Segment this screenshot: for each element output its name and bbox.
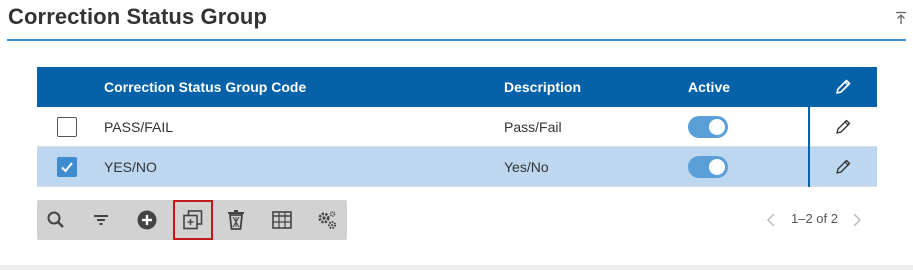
add-icon bbox=[137, 210, 157, 230]
data-grid: Correction Status Group Code Description… bbox=[37, 67, 877, 187]
copy-button[interactable] bbox=[173, 200, 213, 240]
cell-description: Yes/No bbox=[504, 159, 549, 175]
settings-icon bbox=[318, 211, 336, 229]
add-button[interactable] bbox=[133, 206, 161, 234]
row-checkbox[interactable] bbox=[57, 157, 77, 177]
grid-toolbar bbox=[37, 200, 347, 240]
table-row[interactable]: PASS/FAIL Pass/Fail bbox=[37, 107, 877, 147]
title-divider bbox=[7, 39, 906, 41]
previous-page-icon[interactable] bbox=[765, 212, 777, 228]
filter-icon bbox=[94, 215, 108, 225]
column-header-description[interactable]: Description bbox=[504, 79, 581, 95]
edit-row-icon[interactable] bbox=[834, 118, 852, 136]
page-panel: Correction Status Group Correction Statu… bbox=[0, 0, 913, 265]
columns-icon bbox=[272, 211, 292, 229]
cell-code: PASS/FAIL bbox=[104, 119, 173, 135]
grid-header: Correction Status Group Code Description… bbox=[37, 67, 877, 107]
delete-icon bbox=[228, 210, 244, 230]
edit-row-icon[interactable] bbox=[834, 158, 852, 176]
cell-code: YES/NO bbox=[104, 159, 157, 175]
next-page-icon[interactable] bbox=[851, 212, 863, 228]
pager-status: 1–2 of 2 bbox=[791, 211, 838, 226]
row-divider bbox=[808, 147, 810, 187]
search-button[interactable] bbox=[42, 206, 70, 234]
column-header-active[interactable]: Active bbox=[688, 79, 730, 95]
copy-icon bbox=[183, 210, 203, 230]
page-title: Correction Status Group bbox=[8, 4, 267, 29]
settings-button[interactable] bbox=[313, 206, 341, 234]
active-toggle[interactable] bbox=[688, 116, 728, 138]
columns-button[interactable] bbox=[268, 206, 296, 234]
table-row[interactable]: YES/NO Yes/No bbox=[37, 147, 877, 187]
search-icon bbox=[47, 211, 64, 228]
column-header-code[interactable]: Correction Status Group Code bbox=[104, 79, 306, 95]
row-divider bbox=[808, 107, 810, 147]
filter-button[interactable] bbox=[87, 206, 115, 234]
edit-all-icon[interactable] bbox=[834, 78, 852, 96]
cell-description: Pass/Fail bbox=[504, 119, 562, 135]
row-checkbox[interactable] bbox=[57, 117, 77, 137]
active-toggle[interactable] bbox=[688, 156, 728, 178]
collapse-to-top-icon[interactable] bbox=[893, 10, 909, 26]
delete-button[interactable] bbox=[222, 206, 250, 234]
